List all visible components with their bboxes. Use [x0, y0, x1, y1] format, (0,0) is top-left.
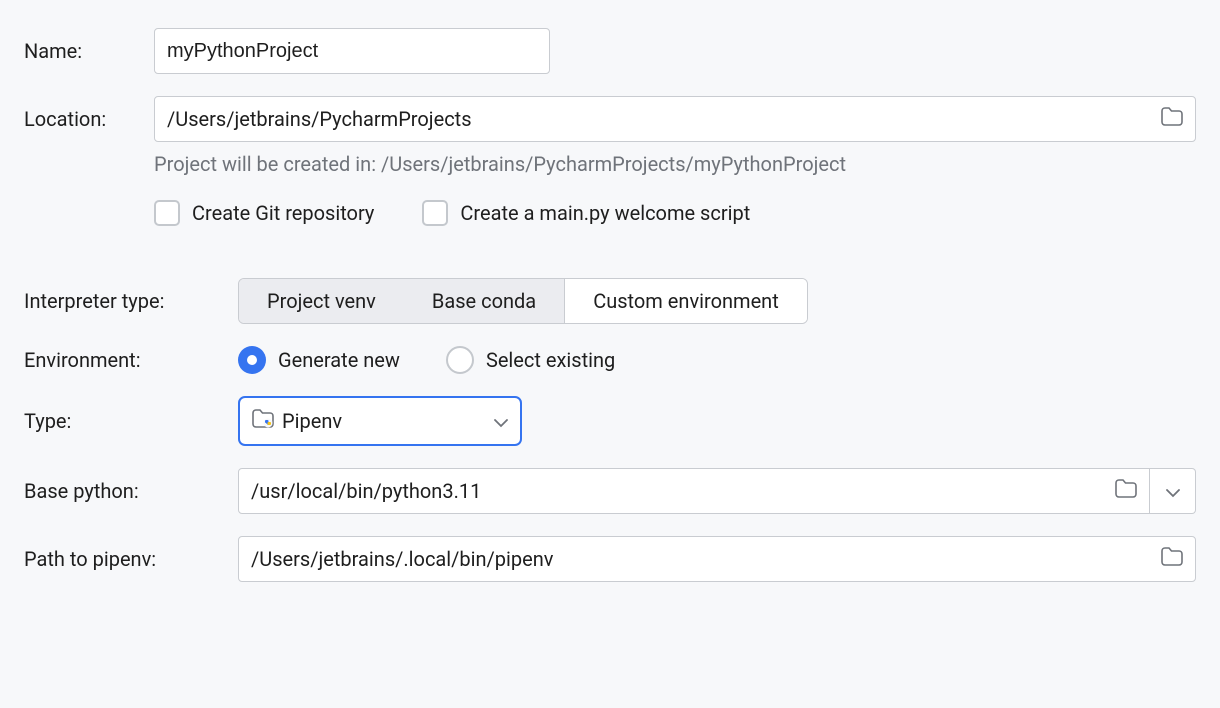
- folder-icon[interactable]: [1161, 107, 1183, 131]
- radio-unchecked-icon: [446, 346, 474, 374]
- chevron-down-icon: [1166, 479, 1180, 503]
- radio-checked-icon: [238, 346, 266, 374]
- base-python-input[interactable]: /usr/local/bin/python3.11: [238, 468, 1150, 514]
- location-hint: Project will be created in: /Users/jetbr…: [154, 152, 1196, 176]
- name-label: Name:: [24, 39, 154, 63]
- radio-generate-label: Generate new: [278, 348, 400, 372]
- environment-label: Environment:: [24, 348, 238, 372]
- pipenv-path-value: /Users/jetbrains/.local/bin/pipenv: [251, 547, 1153, 571]
- interpreter-type-label: Interpreter type:: [24, 289, 238, 313]
- create-mainpy-checkbox[interactable]: Create a main.py welcome script: [422, 200, 750, 226]
- chevron-down-icon: [494, 409, 508, 433]
- seg-custom-env[interactable]: Custom environment: [565, 279, 807, 323]
- checkbox-mainpy-label: Create a main.py welcome script: [460, 201, 750, 225]
- seg-base-conda[interactable]: Base conda: [404, 279, 564, 323]
- checkbox-box-icon: [154, 200, 180, 226]
- create-git-checkbox[interactable]: Create Git repository: [154, 200, 374, 226]
- radio-select-existing[interactable]: Select existing: [446, 346, 615, 374]
- pipenv-path-input[interactable]: /Users/jetbrains/.local/bin/pipenv: [238, 536, 1196, 582]
- base-python-label: Base python:: [24, 479, 238, 503]
- folder-icon[interactable]: [1115, 479, 1137, 503]
- name-input[interactable]: [154, 28, 550, 74]
- pipenv-icon: [252, 409, 274, 433]
- pipenv-path-label: Path to pipenv:: [24, 547, 238, 571]
- seg-project-venv[interactable]: Project venv: [239, 279, 404, 323]
- radio-existing-label: Select existing: [486, 348, 615, 372]
- radio-generate-new[interactable]: Generate new: [238, 346, 400, 374]
- location-input[interactable]: /Users/jetbrains/PycharmProjects: [154, 96, 1196, 142]
- type-value: Pipenv: [282, 409, 486, 433]
- checkbox-git-label: Create Git repository: [192, 201, 374, 225]
- interpreter-type-segmented: Project venv Base conda Custom environme…: [238, 278, 808, 324]
- folder-icon[interactable]: [1161, 547, 1183, 571]
- base-python-value: /usr/local/bin/python3.11: [251, 479, 1107, 503]
- location-value: /Users/jetbrains/PycharmProjects: [167, 107, 1153, 131]
- type-label: Type:: [24, 409, 238, 433]
- base-python-dropdown[interactable]: [1150, 468, 1196, 514]
- type-select[interactable]: Pipenv: [238, 396, 522, 446]
- checkbox-box-icon: [422, 200, 448, 226]
- location-label: Location:: [24, 107, 154, 131]
